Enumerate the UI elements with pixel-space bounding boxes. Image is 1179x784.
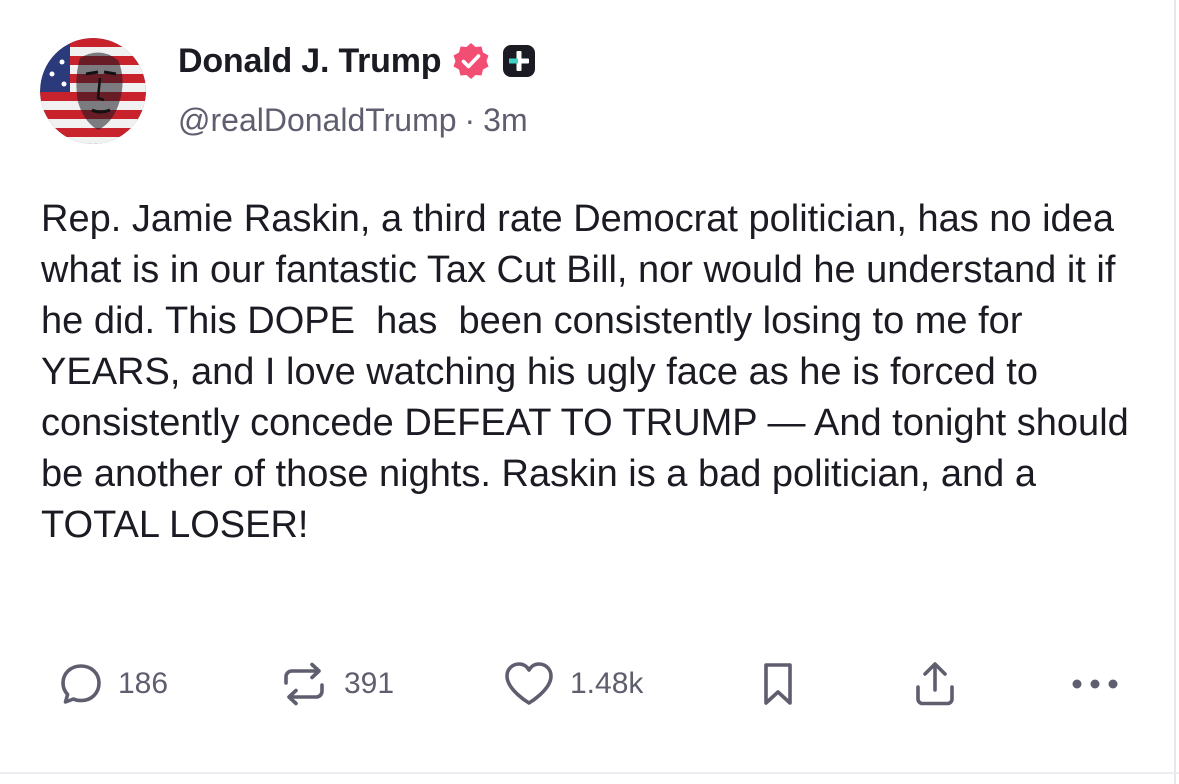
share-button[interactable] [912,656,958,712]
more-options-button[interactable] [1068,656,1124,712]
meta-separator: · [464,102,476,138]
post-actions-bar: 186 391 1.48k [0,656,1179,712]
repost-button[interactable]: 391 [278,656,394,712]
reply-button[interactable]: 186 [58,656,168,712]
share-icon [912,659,958,709]
bookmark-icon [758,660,798,708]
bottom-divider [0,772,1179,774]
author-name-row: Donald J. Trump [178,38,537,84]
author-meta-row: @realDonaldTrump · 3m [178,102,528,139]
post-timestamp[interactable]: 3m [483,102,527,139]
author-handle[interactable]: @realDonaldTrump [178,102,457,139]
plus-badge-icon [501,43,537,79]
like-count: 1.48k [570,667,644,700]
truth-post: Donald J. Trump @realDonaldTrump · 3m Re… [0,0,1179,784]
right-divider [1174,0,1176,784]
avatar[interactable] [40,38,146,144]
repost-icon [278,661,330,707]
reply-bubble-icon [58,661,104,707]
verified-badge-icon [451,41,491,81]
post-body-text: Rep. Jamie Raskin, a third rate Democrat… [41,198,1140,546]
more-icon [1068,674,1124,694]
flag-portrait-avatar-icon [40,38,146,144]
author-display-name[interactable]: Donald J. Trump [178,42,442,81]
bookmark-button[interactable] [758,656,798,712]
like-button[interactable]: 1.48k [502,656,643,712]
repost-count: 391 [344,667,395,700]
heart-icon [502,660,556,708]
reply-count: 186 [118,667,169,700]
